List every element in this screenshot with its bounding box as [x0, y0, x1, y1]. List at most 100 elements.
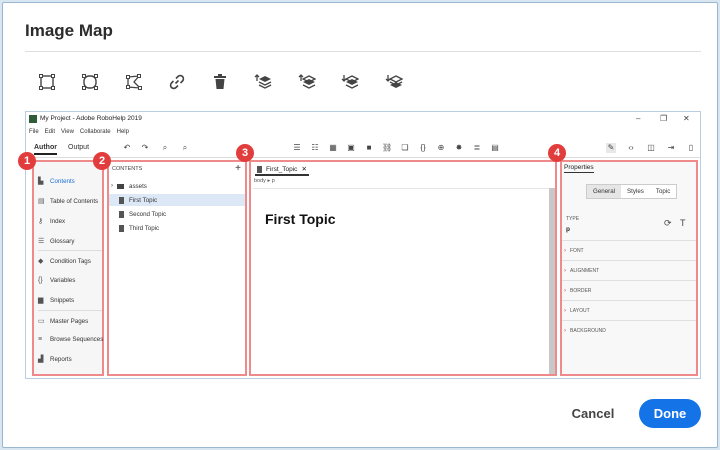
delete-icon[interactable] [209, 71, 231, 93]
nav-reports: ▟ Reports [38, 352, 104, 366]
list-icon: ☰ [38, 237, 45, 245]
rectangle-tool-icon[interactable] [36, 71, 58, 93]
table-icon: ▦ [329, 143, 337, 152]
properties-title: Properties [564, 164, 594, 173]
hotspot-panel-1[interactable]: « ▙Contents ▤Table of Contents ⚷Index ☰G… [32, 159, 104, 376]
nav-browse-sequences: ≡ Browse Sequences [38, 332, 104, 346]
type-value: p [566, 226, 570, 233]
tab-output: Output [68, 144, 90, 151]
clear-format-icon: T [680, 218, 686, 228]
section-label: BORDER [570, 287, 592, 294]
undo-icon: ↶ [123, 143, 131, 152]
topic-heading: First Topic [265, 211, 336, 227]
section-label: ALIGNMENT [570, 267, 600, 274]
symbol-icon: ✸ [455, 143, 463, 152]
tab-styles: Styles [627, 188, 644, 195]
topic-icon [119, 224, 124, 232]
minimize-icon: – [636, 114, 641, 123]
nav-toc: ▤ Table of Contents [38, 194, 104, 208]
numbered-list-icon: ☷ [311, 143, 319, 152]
chevron-right-icon: › [564, 267, 566, 274]
hotspot-panel-2[interactable]: CONTENTS + › assets First Topic Second To… [107, 160, 247, 376]
polygon-tool-icon[interactable] [123, 71, 145, 93]
bookmark-icon: ❏ [401, 143, 409, 152]
contents-header: CONTENTS [112, 166, 143, 172]
find-replace-icon: ⌕ [182, 143, 188, 152]
tag-icon: ◆ [38, 257, 44, 265]
report-icon: ▟ [38, 355, 44, 363]
tree-item-assets: › assets [109, 180, 245, 192]
tree-item-first-topic: First Topic [109, 194, 245, 206]
send-backward-icon[interactable] [339, 71, 361, 93]
search-icon: ⌕ [162, 143, 168, 152]
hotspot-panel-3[interactable]: First_Topic ✕ body ▸ p First Topic [249, 160, 557, 376]
nav-condition-tags: ◆ Condition Tags [38, 254, 104, 268]
nav-label: Contents [50, 177, 75, 185]
nav-variables: {} Variables [38, 273, 104, 287]
tab-topic: Topic [655, 188, 671, 195]
nav-index: ⚷ Index [38, 214, 104, 228]
topic-icon [119, 196, 124, 204]
nav-divider [38, 250, 102, 251]
menu-help: Help [116, 128, 129, 135]
braces-icon: {} [38, 276, 43, 284]
dialog-title: Image Map [25, 21, 113, 40]
section-font: › FONT [562, 240, 696, 260]
menu-view: View [61, 128, 74, 135]
window-title: My Project - Adobe RoboHelp 2019 [40, 115, 142, 122]
hotspot-badge-3: 3 [236, 144, 254, 162]
cancel-button[interactable]: Cancel [563, 401, 623, 427]
image-icon: ▣ [347, 143, 355, 152]
close-tab-icon: ✕ [301, 166, 307, 173]
done-button[interactable]: Done [639, 399, 701, 428]
breadcrumb: body ▸ p [254, 178, 275, 184]
tab-general: General [587, 185, 622, 198]
video-icon: ■ [366, 143, 372, 152]
nav-divider [38, 310, 102, 311]
folder-icon [117, 183, 124, 189]
restore-icon: ❐ [660, 114, 668, 123]
app-toolbar: Author Output ↶ ↷ ⌕ ⌕ ☰ ☷ ▦ ▣ ■ ⛓ ❏ {} ⊕… [26, 138, 700, 158]
app-menubar: File Edit View Collaborate Help [26, 126, 700, 137]
hotspot-panel-4[interactable]: Properties General Styles Topic TYPE p ⟳… [560, 160, 698, 376]
key-icon: ⚷ [38, 217, 44, 225]
nav-snippets: ▆ Snippets [38, 293, 104, 307]
nav-glossary: ☰ Glossary [38, 234, 104, 248]
tree-label: Second Topic [129, 210, 167, 218]
nav-label: Reports [50, 355, 72, 363]
bullet-list-icon: ☰ [293, 143, 301, 152]
section-label: BACKGROUND [570, 327, 606, 334]
folder-icon: ▙ [38, 177, 44, 185]
image-canvas[interactable]: My Project - Adobe RoboHelp 2019 – ❐ ✕ F… [18, 111, 701, 379]
export-icon: ⇥ [667, 143, 675, 152]
nav-label: Condition Tags [50, 257, 91, 265]
nav-label: Browse Sequences [50, 335, 104, 343]
chevron-right-icon: › [111, 183, 113, 189]
nav-contents: ▙ Contents [38, 174, 104, 188]
properties-tabs: General Styles Topic [586, 184, 678, 199]
section-layout: › LAYOUT [562, 300, 696, 320]
tree-item-second-topic: Second Topic [109, 208, 245, 220]
bring-to-front-icon[interactable] [252, 71, 274, 93]
sequence-icon: ≡ [38, 335, 43, 343]
editor-area: First Topic [253, 188, 549, 374]
app-titlebar: My Project - Adobe RoboHelp 2019 – ❐ ✕ [26, 112, 700, 126]
panel-toggle-icon: ▯ [688, 143, 694, 152]
insert-icon: ⊕ [437, 143, 445, 152]
code-view-icon: ‹› [628, 143, 634, 152]
preview-icon: ◫ [647, 143, 655, 152]
variable-icon: {} [420, 143, 426, 152]
link-icon[interactable] [166, 71, 188, 93]
nav-label: Glossary [50, 237, 75, 245]
topic-icon [119, 210, 124, 218]
section-background: › BACKGROUND [562, 320, 696, 340]
editor-tab-label: First_Topic [266, 165, 298, 173]
send-to-back-icon[interactable] [383, 71, 405, 93]
bring-forward-icon[interactable] [296, 71, 318, 93]
hotspot-badge-1: 1 [18, 152, 36, 170]
circle-tool-icon[interactable] [79, 71, 101, 93]
chevron-right-icon: › [564, 327, 566, 334]
editor-tab: First_Topic ✕ [255, 164, 309, 176]
menu-edit: Edit [44, 128, 56, 135]
page-icon: ▭ [38, 317, 45, 325]
